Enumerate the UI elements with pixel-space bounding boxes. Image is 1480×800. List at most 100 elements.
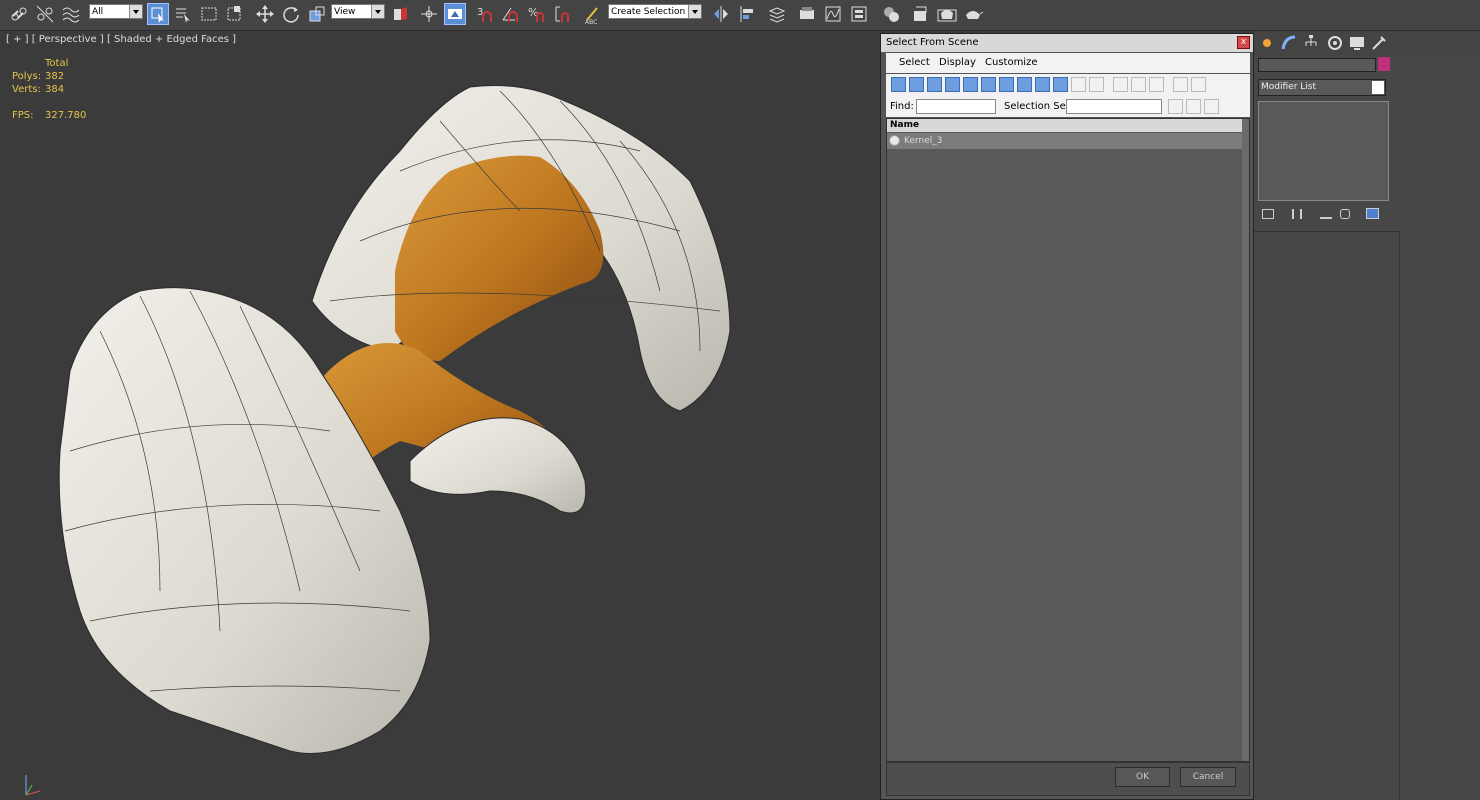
- add-to-selection-set-icon[interactable]: [1204, 99, 1219, 114]
- perspective-viewport[interactable]: [ + ] [ Perspective ] [ Shaded + Edged F…: [0, 31, 880, 800]
- stack-controls: [1258, 206, 1398, 224]
- kernel-3d-model[interactable]: [0, 31, 880, 800]
- remove-modifier-icon[interactable]: [1340, 209, 1350, 219]
- svg-text:ABC: ABC: [585, 19, 597, 24]
- bind-to-space-warp-icon[interactable]: [60, 3, 82, 25]
- select-by-name-icon[interactable]: [172, 3, 194, 25]
- object-name-field[interactable]: [1258, 58, 1376, 72]
- edit-named-selection-icon[interactable]: ABC: [582, 3, 604, 25]
- close-button[interactable]: x: [1237, 36, 1250, 49]
- pin-stack-icon[interactable]: [1262, 209, 1274, 219]
- display-bones-icon[interactable]: [1035, 77, 1050, 92]
- menu-select[interactable]: Select: [899, 57, 930, 68]
- dialog-title-bar[interactable]: Select From Scene x: [881, 34, 1253, 52]
- graphite-modeling-tools-icon[interactable]: [796, 3, 818, 25]
- curve-editor-icon[interactable]: [822, 3, 844, 25]
- modifier-stack[interactable]: [1258, 101, 1389, 201]
- motion-tab-icon[interactable]: [1326, 34, 1344, 52]
- filter-options-icon[interactable]: [1191, 77, 1206, 92]
- modify-tab-icon[interactable]: [1280, 34, 1298, 52]
- snaps-toggle-icon[interactable]: 3: [474, 3, 496, 25]
- filter-icon[interactable]: [1173, 77, 1188, 92]
- column-header-name[interactable]: Name: [887, 119, 1243, 132]
- rectangular-selection-icon[interactable]: [198, 3, 220, 25]
- ok-button[interactable]: OK: [1115, 767, 1170, 787]
- align-icon[interactable]: [736, 3, 758, 25]
- selection-set-dropdown[interactable]: [1066, 99, 1162, 114]
- display-helpers-icon[interactable]: [963, 77, 978, 92]
- object-icon: [889, 135, 900, 146]
- display-frozen-icon[interactable]: [1071, 77, 1086, 92]
- rollout-area: [1254, 231, 1400, 800]
- spinner-snap-toggle-icon[interactable]: [552, 3, 574, 25]
- list-scrollbar[interactable]: [1242, 119, 1249, 761]
- angle-snap-toggle-icon[interactable]: [500, 3, 522, 25]
- select-from-scene-dialog: Select From Scene x Select Display Custo…: [880, 33, 1254, 800]
- hierarchy-tab-icon[interactable]: [1302, 34, 1320, 52]
- reference-coordinate-dropdown[interactable]: View: [331, 4, 385, 19]
- invert-display-icon[interactable]: [1149, 77, 1164, 92]
- object-color-swatch[interactable]: [1378, 57, 1390, 71]
- command-panel-tabs: [1254, 31, 1480, 57]
- modifier-list-dropdown[interactable]: Modifier List: [1258, 79, 1386, 96]
- window-crossing-icon[interactable]: [224, 3, 246, 25]
- dialog-button-bar: OK Cancel: [886, 762, 1250, 796]
- display-tab-icon[interactable]: [1348, 34, 1366, 52]
- keyboard-shortcut-override-icon[interactable]: [444, 3, 466, 25]
- modifier-list-label: Modifier List: [1261, 82, 1316, 92]
- dialog-menu-bar: Select Display Customize: [886, 53, 1250, 73]
- filter-toolbar: [886, 74, 1250, 98]
- display-lights-icon[interactable]: [927, 77, 942, 92]
- command-panel: Modifier List: [1254, 31, 1480, 800]
- create-selection-set-icon[interactable]: [1168, 99, 1183, 114]
- display-space-warps-icon[interactable]: [981, 77, 996, 92]
- find-input[interactable]: [916, 99, 996, 114]
- percent-snap-toggle-icon[interactable]: %: [526, 3, 548, 25]
- axis-tripod-icon: [25, 775, 41, 796]
- show-end-result-icon[interactable]: [1292, 209, 1302, 219]
- object-name: Kernel_3: [904, 136, 943, 146]
- reference-coordinate-value: View: [334, 7, 356, 17]
- select-and-manipulate-icon[interactable]: [418, 3, 440, 25]
- configure-modifier-sets-icon[interactable]: [1366, 208, 1379, 219]
- display-shapes-icon[interactable]: [909, 77, 924, 92]
- scene-object-list[interactable]: Name Kernel_3: [886, 118, 1250, 762]
- display-cameras-icon[interactable]: [945, 77, 960, 92]
- layer-manager-icon[interactable]: [766, 3, 788, 25]
- cancel-button[interactable]: Cancel: [1180, 767, 1236, 787]
- display-all-icon[interactable]: [1113, 77, 1128, 92]
- display-xrefs-icon[interactable]: [1017, 77, 1032, 92]
- named-selection-dropdown[interactable]: Create Selection Se: [608, 4, 702, 19]
- make-unique-icon[interactable]: [1320, 209, 1332, 219]
- menu-customize[interactable]: Customize: [985, 57, 1038, 68]
- render-setup-icon[interactable]: [910, 3, 932, 25]
- display-none-icon[interactable]: [1131, 77, 1146, 92]
- list-item[interactable]: Kernel_3: [887, 133, 1243, 149]
- display-geometry-icon[interactable]: [891, 77, 906, 92]
- main-toolbar: All View 3 % ABC Create Selection Se: [0, 0, 1480, 31]
- select-and-rotate-icon[interactable]: [280, 3, 302, 25]
- select-and-move-icon[interactable]: [254, 3, 276, 25]
- find-bar: Find: Selection Set:: [886, 97, 1250, 117]
- dialog-title: Select From Scene: [886, 37, 979, 48]
- display-containers-icon[interactable]: [1053, 77, 1068, 92]
- selection-filter-dropdown[interactable]: All: [89, 4, 143, 19]
- material-editor-icon[interactable]: [880, 3, 902, 25]
- display-groups-icon[interactable]: [999, 77, 1014, 92]
- pivot-point-center-icon[interactable]: [389, 3, 411, 25]
- remove-selection-set-icon[interactable]: [1186, 99, 1201, 114]
- select-object-icon[interactable]: [147, 3, 169, 25]
- select-and-scale-icon[interactable]: [306, 3, 328, 25]
- menu-display[interactable]: Display: [939, 57, 976, 68]
- utilities-tab-icon[interactable]: [1370, 34, 1388, 52]
- select-and-link-icon[interactable]: [8, 3, 30, 25]
- schematic-view-icon[interactable]: [848, 3, 870, 25]
- chevron-down-icon: [1372, 81, 1384, 94]
- rendered-frame-window-icon[interactable]: [936, 3, 958, 25]
- create-tab-icon[interactable]: [1258, 34, 1276, 52]
- selection-filter-value: All: [92, 7, 104, 17]
- render-production-icon[interactable]: [962, 3, 984, 25]
- mirror-icon[interactable]: [710, 3, 732, 25]
- display-hidden-icon[interactable]: [1089, 77, 1104, 92]
- unlink-selection-icon[interactable]: [34, 3, 56, 25]
